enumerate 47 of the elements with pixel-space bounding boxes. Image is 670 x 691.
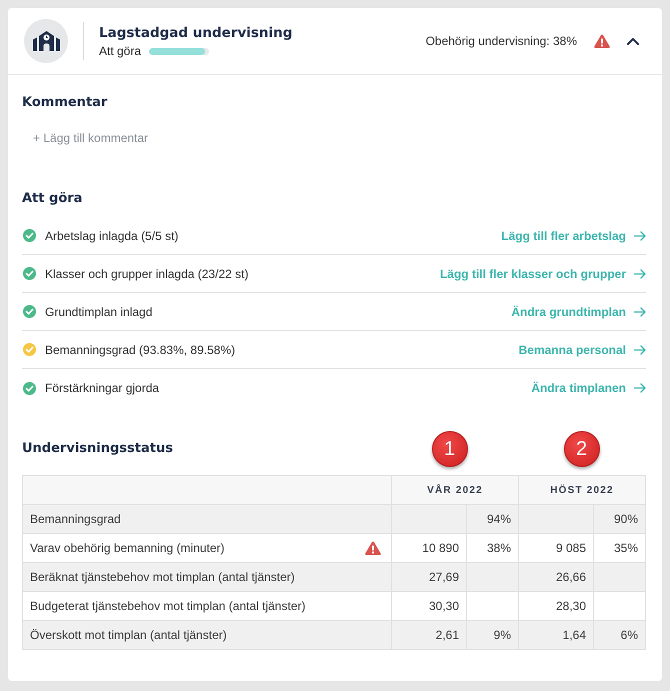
table-cell: 10 890 bbox=[392, 534, 466, 562]
action-link[interactable]: Lägg till fler arbetslag bbox=[501, 228, 646, 242]
task-label: Grundtimplan inlagd bbox=[45, 304, 152, 318]
table-cell: 30,30 bbox=[392, 592, 466, 620]
action-link[interactable]: Ändra timplanen bbox=[531, 381, 646, 395]
chevron-up-icon[interactable] bbox=[627, 36, 639, 46]
table-cell: 9 085 bbox=[518, 534, 594, 562]
row-label: Varav obehörig bemanning (minuter) bbox=[30, 541, 225, 555]
table-cell: 27,69 bbox=[392, 562, 466, 592]
task-label: Klasser och grupper inlagda (23/22 st) bbox=[45, 266, 248, 280]
action-link[interactable]: Bemanna personal bbox=[518, 342, 646, 356]
action-link[interactable]: Ändra grundtimplan bbox=[511, 304, 646, 318]
progress-label: Att göra bbox=[99, 44, 142, 58]
row-label: Bemanningsgrad bbox=[30, 512, 121, 526]
row-label: Överskott mot timplan (antal tjänster) bbox=[30, 628, 227, 642]
table-cell: 38% bbox=[466, 534, 518, 562]
arrow-right-icon bbox=[634, 344, 646, 354]
task-label: Arbetslag inlagda (5/5 st) bbox=[45, 228, 178, 242]
panel-title: Lagstadgad undervisning bbox=[99, 24, 292, 42]
column-header: VÅR 2022 bbox=[392, 476, 518, 504]
section-heading: Undervisningsstatus bbox=[22, 440, 173, 458]
table-cell: 35% bbox=[594, 534, 646, 562]
table-cell: 28,30 bbox=[518, 592, 594, 620]
arrow-right-icon bbox=[634, 230, 646, 240]
table-cell: 6% bbox=[594, 620, 646, 650]
table-cell: 9% bbox=[466, 620, 518, 650]
number-marker: 2 bbox=[564, 431, 600, 467]
add-comment-link[interactable]: + Lägg till kommentar bbox=[33, 130, 148, 146]
section-heading: Att göra bbox=[22, 190, 82, 208]
building-icon bbox=[24, 19, 68, 63]
table-cell: 90% bbox=[594, 504, 646, 534]
arrow-right-icon bbox=[634, 306, 646, 316]
task-label: Förstärkningar gjorda bbox=[45, 381, 160, 395]
table-cell: 1,64 bbox=[518, 620, 594, 650]
task-label: Bemanningsgrad (93.83%, 89.58%) bbox=[45, 342, 236, 356]
row-label: Beräknat tjänstebehov mot timplan (antal tjänster) bbox=[30, 570, 295, 584]
table-cell: 2,61 bbox=[392, 620, 466, 650]
arrow-right-icon bbox=[634, 383, 646, 393]
column-header: HÖST 2022 bbox=[518, 476, 646, 504]
action-link[interactable]: Lägg till fler klasser och grupper bbox=[440, 266, 646, 280]
row-label: Budgeterat tjänstebehov mot timplan (antal tjänster) bbox=[30, 599, 306, 613]
table-cell: 94% bbox=[466, 504, 518, 534]
arrow-right-icon bbox=[634, 268, 646, 278]
summary-text: Obehörig undervisning: 38% bbox=[426, 34, 577, 48]
section-heading: Kommentar bbox=[22, 94, 108, 112]
table-cell: 26,66 bbox=[518, 562, 594, 592]
number-marker: 1 bbox=[432, 431, 468, 467]
